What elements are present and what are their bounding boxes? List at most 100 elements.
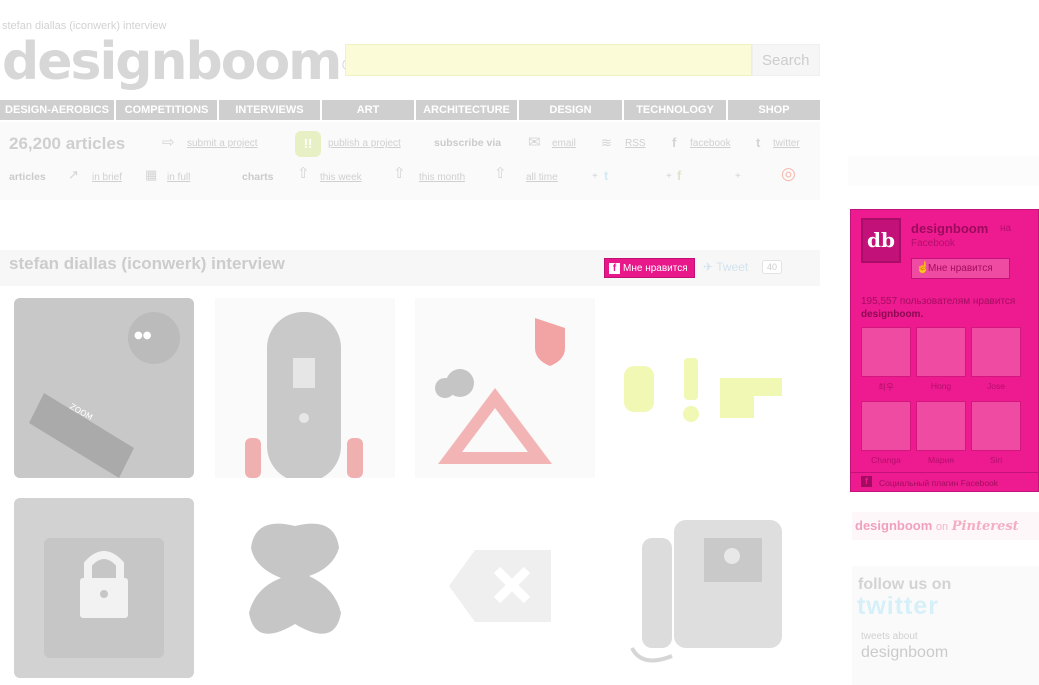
publish-project-link[interactable]: publish a project [328,138,401,149]
plus-sign: + [666,171,672,182]
twitter-wordmark[interactable]: twitter [857,592,939,621]
lips-illustration [249,523,341,634]
page-tagline: stefan diallas (iconwerk) interview [2,20,167,32]
pinterest-brand: designboom [855,518,933,533]
fan-name[interactable]: Мария [916,455,966,465]
facebook-link[interactable]: facebook [690,138,731,149]
gallery-tile[interactable] [415,298,595,478]
logo-text: designboom [2,32,342,92]
facebook-icon: f [609,263,620,274]
fan-name[interactable]: Hong [916,381,966,391]
articles-label: articles [9,171,46,183]
rss-link[interactable]: RSS [625,138,646,149]
this-week-link[interactable]: this week [320,172,362,183]
target-icon[interactable]: ◎ [781,165,796,182]
gallery-tile[interactable] [415,498,595,678]
email-icon: ✉ [528,134,541,151]
submit-project-link[interactable]: submit a project [187,138,258,149]
svg-text:●●: ●● [134,330,152,341]
fan-avatar[interactable] [861,401,911,451]
page-like-label: Мне нравится [928,263,993,274]
main-nav: DESIGN-AEROBICS COMPETITIONS INTERVIEWS … [0,100,820,120]
plus-sign: + [592,171,598,182]
charts-label: charts [242,171,274,183]
gallery-tile[interactable] [215,298,395,478]
chart-up-icon: ⇧ [297,165,310,182]
nav-item-design-aerobics[interactable]: DESIGN-AEROBICS [0,100,116,120]
publish-icon: !! [295,131,321,157]
bird-icon: ✈ [703,260,714,274]
facebook-like-box: db designboom на Facebook ☝ Мне нравится… [850,209,1039,492]
device-illustration [245,312,363,478]
gallery-tile[interactable]: ●● ZOOM [14,298,194,478]
facebook-page-like-button[interactable]: ☝ Мне нравится [911,258,1010,279]
like-label: Мне нравится [623,263,688,274]
facebook-service-label: Facebook [911,238,955,249]
warning-illustration [435,318,565,464]
this-month-link[interactable]: this month [419,172,465,183]
nav-item-interviews[interactable]: INTERVIEWS [219,100,322,120]
fan-name[interactable]: Jose [971,381,1021,391]
tweet-count: 40 [762,260,783,274]
plus-sign: + [735,171,741,182]
pinterest-banner-text[interactable]: designboom on Pinterest [855,518,1019,534]
fans-count: 195,557 пользователям нравится [861,296,1016,307]
facebook-plugin-footer[interactable]: Социальный плагин Facebook [851,472,1038,492]
article-title: stefan diallas (iconwerk) interview [9,254,285,273]
fan-name[interactable]: Siri [971,455,1021,465]
hand-illustration [624,358,782,422]
nav-item-competitions[interactable]: COMPETITIONS [116,100,219,120]
twitter-handle[interactable]: designboom [861,644,948,662]
article-count: 26,200 articles [9,134,126,153]
fan-avatar[interactable] [971,327,1021,377]
brief-icon: ↗ [68,167,79,182]
subscribe-label: subscribe via [434,137,502,149]
fan-name[interactable]: Changa [861,455,911,465]
rss-icon: ≋ [601,135,612,150]
fan-avatar[interactable] [916,401,966,451]
padlock-illustration [44,538,164,658]
nav-item-technology[interactable]: TECHNOLOGY [624,100,728,120]
page-avatar[interactable]: db [861,218,901,263]
chart-up-icon: ⇧ [393,165,406,182]
all-time-link[interactable]: all time [526,172,558,183]
thumbs-up-icon: ☝ [916,262,930,274]
phone-illustration [630,520,782,663]
chart-up-icon: ⇧ [494,165,507,182]
nav-item-design[interactable]: DESIGN [519,100,624,120]
facebook-follow-icon[interactable]: f [677,169,681,183]
in-full-link[interactable]: in full [167,172,190,183]
fan-avatar[interactable] [916,327,966,377]
tweets-about-label: tweets about [861,631,918,642]
site-logo[interactable]: designboom® [2,34,354,90]
fan-name[interactable]: 최우 [861,381,911,393]
gallery-tile[interactable] [612,498,792,678]
twitter-follow-icon[interactable]: t [604,169,608,183]
twitter-link[interactable]: twitter [773,138,800,149]
fan-avatar[interactable] [971,401,1021,451]
facebook-on-label: на [1000,223,1012,234]
nav-item-architecture[interactable]: ARCHITECTURE [416,100,519,120]
facebook-icon: f [672,135,677,150]
gallery-tile[interactable] [215,498,395,678]
sidebar-ad-box [848,156,1039,186]
tweet-button[interactable]: ✈ Tweet [703,260,748,274]
fans-page-name[interactable]: designboom. [861,309,923,320]
arrow-right-icon: ⇨ [162,134,175,151]
gallery-tile[interactable] [14,498,194,678]
remote-illustration: ●● ZOOM [14,298,194,478]
gallery-tile[interactable] [612,298,792,478]
facebook-like-button[interactable]: f Мне нравится [604,258,695,278]
facebook-page-name[interactable]: designboom [911,221,988,236]
search-input[interactable] [345,44,752,76]
tweet-label: Tweet [716,260,749,274]
pinterest-name: Pinterest [951,519,1019,534]
full-icon: ▦ [145,167,158,182]
pinterest-on: on [935,521,949,533]
nav-item-shop[interactable]: SHOP [728,100,820,120]
fan-avatar[interactable] [861,327,911,377]
email-link[interactable]: email [552,138,576,149]
in-brief-link[interactable]: in brief [92,172,122,183]
nav-item-art[interactable]: ART [322,100,416,120]
search-button[interactable]: Search [752,44,820,76]
